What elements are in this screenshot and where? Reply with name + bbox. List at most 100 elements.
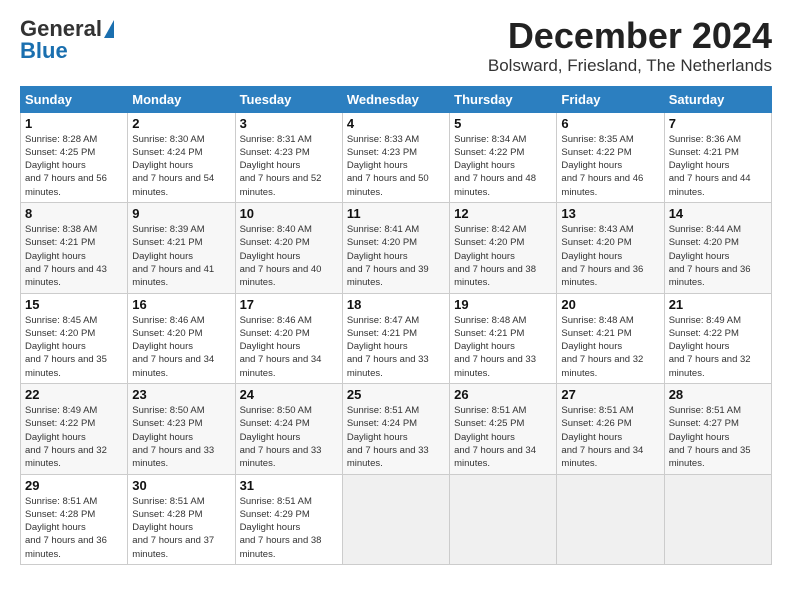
calendar-day-cell bbox=[342, 474, 449, 564]
day-number: 6 bbox=[561, 116, 659, 131]
calendar-day-cell: 24 Sunrise: 8:50 AM Sunset: 4:24 PM Dayl… bbox=[235, 384, 342, 474]
calendar-day-cell: 31 Sunrise: 8:51 AM Sunset: 4:29 PM Dayl… bbox=[235, 474, 342, 564]
calendar-day-cell: 2 Sunrise: 8:30 AM Sunset: 4:24 PM Dayli… bbox=[128, 112, 235, 202]
calendar-day-cell: 10 Sunrise: 8:40 AM Sunset: 4:20 PM Dayl… bbox=[235, 203, 342, 293]
calendar-week-row: 29 Sunrise: 8:51 AM Sunset: 4:28 PM Dayl… bbox=[21, 474, 772, 564]
day-number: 11 bbox=[347, 206, 445, 221]
day-number: 24 bbox=[240, 387, 338, 402]
day-number: 17 bbox=[240, 297, 338, 312]
calendar-week-row: 1 Sunrise: 8:28 AM Sunset: 4:25 PM Dayli… bbox=[21, 112, 772, 202]
day-number: 10 bbox=[240, 206, 338, 221]
day-number: 20 bbox=[561, 297, 659, 312]
day-number: 23 bbox=[132, 387, 230, 402]
day-info: Sunrise: 8:43 AM Sunset: 4:20 PM Dayligh… bbox=[561, 223, 659, 289]
calendar-day-cell: 11 Sunrise: 8:41 AM Sunset: 4:20 PM Dayl… bbox=[342, 203, 449, 293]
calendar-day-cell: 22 Sunrise: 8:49 AM Sunset: 4:22 PM Dayl… bbox=[21, 384, 128, 474]
calendar-day-cell bbox=[557, 474, 664, 564]
calendar-day-cell: 27 Sunrise: 8:51 AM Sunset: 4:26 PM Dayl… bbox=[557, 384, 664, 474]
day-number: 13 bbox=[561, 206, 659, 221]
calendar-day-cell bbox=[450, 474, 557, 564]
calendar-day-cell: 29 Sunrise: 8:51 AM Sunset: 4:28 PM Dayl… bbox=[21, 474, 128, 564]
calendar-day-cell: 20 Sunrise: 8:48 AM Sunset: 4:21 PM Dayl… bbox=[557, 293, 664, 383]
day-info: Sunrise: 8:28 AM Sunset: 4:25 PM Dayligh… bbox=[25, 133, 123, 199]
day-info: Sunrise: 8:33 AM Sunset: 4:23 PM Dayligh… bbox=[347, 133, 445, 199]
calendar-day-cell: 17 Sunrise: 8:46 AM Sunset: 4:20 PM Dayl… bbox=[235, 293, 342, 383]
header: General Blue December 2024 Bolsward, Fri… bbox=[20, 16, 772, 76]
logo: General Blue bbox=[20, 16, 114, 64]
header-wednesday: Wednesday bbox=[342, 86, 449, 112]
location-title: Bolsward, Friesland, The Netherlands bbox=[488, 56, 772, 76]
day-number: 1 bbox=[25, 116, 123, 131]
calendar-day-cell: 28 Sunrise: 8:51 AM Sunset: 4:27 PM Dayl… bbox=[664, 384, 771, 474]
day-info: Sunrise: 8:51 AM Sunset: 4:28 PM Dayligh… bbox=[132, 495, 230, 561]
day-number: 31 bbox=[240, 478, 338, 493]
calendar-day-cell: 15 Sunrise: 8:45 AM Sunset: 4:20 PM Dayl… bbox=[21, 293, 128, 383]
header-monday: Monday bbox=[128, 86, 235, 112]
day-number: 27 bbox=[561, 387, 659, 402]
day-info: Sunrise: 8:47 AM Sunset: 4:21 PM Dayligh… bbox=[347, 314, 445, 380]
header-thursday: Thursday bbox=[450, 86, 557, 112]
day-info: Sunrise: 8:51 AM Sunset: 4:28 PM Dayligh… bbox=[25, 495, 123, 561]
calendar-day-cell: 13 Sunrise: 8:43 AM Sunset: 4:20 PM Dayl… bbox=[557, 203, 664, 293]
day-number: 15 bbox=[25, 297, 123, 312]
day-info: Sunrise: 8:36 AM Sunset: 4:21 PM Dayligh… bbox=[669, 133, 767, 199]
day-number: 19 bbox=[454, 297, 552, 312]
day-info: Sunrise: 8:39 AM Sunset: 4:21 PM Dayligh… bbox=[132, 223, 230, 289]
day-number: 3 bbox=[240, 116, 338, 131]
calendar-day-cell: 8 Sunrise: 8:38 AM Sunset: 4:21 PM Dayli… bbox=[21, 203, 128, 293]
calendar-day-cell: 21 Sunrise: 8:49 AM Sunset: 4:22 PM Dayl… bbox=[664, 293, 771, 383]
calendar-week-row: 15 Sunrise: 8:45 AM Sunset: 4:20 PM Dayl… bbox=[21, 293, 772, 383]
day-number: 12 bbox=[454, 206, 552, 221]
logo-triangle-icon bbox=[104, 20, 114, 38]
day-info: Sunrise: 8:45 AM Sunset: 4:20 PM Dayligh… bbox=[25, 314, 123, 380]
day-info: Sunrise: 8:31 AM Sunset: 4:23 PM Dayligh… bbox=[240, 133, 338, 199]
day-number: 29 bbox=[25, 478, 123, 493]
calendar-day-cell: 23 Sunrise: 8:50 AM Sunset: 4:23 PM Dayl… bbox=[128, 384, 235, 474]
day-number: 30 bbox=[132, 478, 230, 493]
calendar-week-row: 22 Sunrise: 8:49 AM Sunset: 4:22 PM Dayl… bbox=[21, 384, 772, 474]
day-info: Sunrise: 8:40 AM Sunset: 4:20 PM Dayligh… bbox=[240, 223, 338, 289]
day-number: 5 bbox=[454, 116, 552, 131]
day-info: Sunrise: 8:38 AM Sunset: 4:21 PM Dayligh… bbox=[25, 223, 123, 289]
calendar-day-cell: 6 Sunrise: 8:35 AM Sunset: 4:22 PM Dayli… bbox=[557, 112, 664, 202]
calendar-day-cell: 14 Sunrise: 8:44 AM Sunset: 4:20 PM Dayl… bbox=[664, 203, 771, 293]
day-info: Sunrise: 8:44 AM Sunset: 4:20 PM Dayligh… bbox=[669, 223, 767, 289]
day-info: Sunrise: 8:30 AM Sunset: 4:24 PM Dayligh… bbox=[132, 133, 230, 199]
calendar-day-cell: 12 Sunrise: 8:42 AM Sunset: 4:20 PM Dayl… bbox=[450, 203, 557, 293]
calendar-day-cell: 19 Sunrise: 8:48 AM Sunset: 4:21 PM Dayl… bbox=[450, 293, 557, 383]
day-number: 14 bbox=[669, 206, 767, 221]
day-info: Sunrise: 8:49 AM Sunset: 4:22 PM Dayligh… bbox=[669, 314, 767, 380]
day-number: 18 bbox=[347, 297, 445, 312]
day-number: 7 bbox=[669, 116, 767, 131]
calendar-day-cell bbox=[664, 474, 771, 564]
day-info: Sunrise: 8:48 AM Sunset: 4:21 PM Dayligh… bbox=[561, 314, 659, 380]
day-number: 26 bbox=[454, 387, 552, 402]
calendar-week-row: 8 Sunrise: 8:38 AM Sunset: 4:21 PM Dayli… bbox=[21, 203, 772, 293]
day-number: 21 bbox=[669, 297, 767, 312]
day-info: Sunrise: 8:49 AM Sunset: 4:22 PM Dayligh… bbox=[25, 404, 123, 470]
calendar-day-cell: 26 Sunrise: 8:51 AM Sunset: 4:25 PM Dayl… bbox=[450, 384, 557, 474]
day-info: Sunrise: 8:42 AM Sunset: 4:20 PM Dayligh… bbox=[454, 223, 552, 289]
day-number: 9 bbox=[132, 206, 230, 221]
day-number: 25 bbox=[347, 387, 445, 402]
day-info: Sunrise: 8:51 AM Sunset: 4:25 PM Dayligh… bbox=[454, 404, 552, 470]
calendar-day-cell: 5 Sunrise: 8:34 AM Sunset: 4:22 PM Dayli… bbox=[450, 112, 557, 202]
calendar-day-cell: 16 Sunrise: 8:46 AM Sunset: 4:20 PM Dayl… bbox=[128, 293, 235, 383]
day-info: Sunrise: 8:51 AM Sunset: 4:26 PM Dayligh… bbox=[561, 404, 659, 470]
day-info: Sunrise: 8:46 AM Sunset: 4:20 PM Dayligh… bbox=[240, 314, 338, 380]
day-number: 8 bbox=[25, 206, 123, 221]
calendar-table: SundayMondayTuesdayWednesdayThursdayFrid… bbox=[20, 86, 772, 565]
calendar-day-cell: 25 Sunrise: 8:51 AM Sunset: 4:24 PM Dayl… bbox=[342, 384, 449, 474]
day-number: 16 bbox=[132, 297, 230, 312]
day-info: Sunrise: 8:50 AM Sunset: 4:23 PM Dayligh… bbox=[132, 404, 230, 470]
day-info: Sunrise: 8:51 AM Sunset: 4:27 PM Dayligh… bbox=[669, 404, 767, 470]
day-info: Sunrise: 8:51 AM Sunset: 4:24 PM Dayligh… bbox=[347, 404, 445, 470]
calendar-day-cell: 4 Sunrise: 8:33 AM Sunset: 4:23 PM Dayli… bbox=[342, 112, 449, 202]
day-number: 28 bbox=[669, 387, 767, 402]
day-info: Sunrise: 8:46 AM Sunset: 4:20 PM Dayligh… bbox=[132, 314, 230, 380]
header-sunday: Sunday bbox=[21, 86, 128, 112]
header-tuesday: Tuesday bbox=[235, 86, 342, 112]
calendar-day-cell: 30 Sunrise: 8:51 AM Sunset: 4:28 PM Dayl… bbox=[128, 474, 235, 564]
calendar-day-cell: 9 Sunrise: 8:39 AM Sunset: 4:21 PM Dayli… bbox=[128, 203, 235, 293]
calendar-day-cell: 7 Sunrise: 8:36 AM Sunset: 4:21 PM Dayli… bbox=[664, 112, 771, 202]
